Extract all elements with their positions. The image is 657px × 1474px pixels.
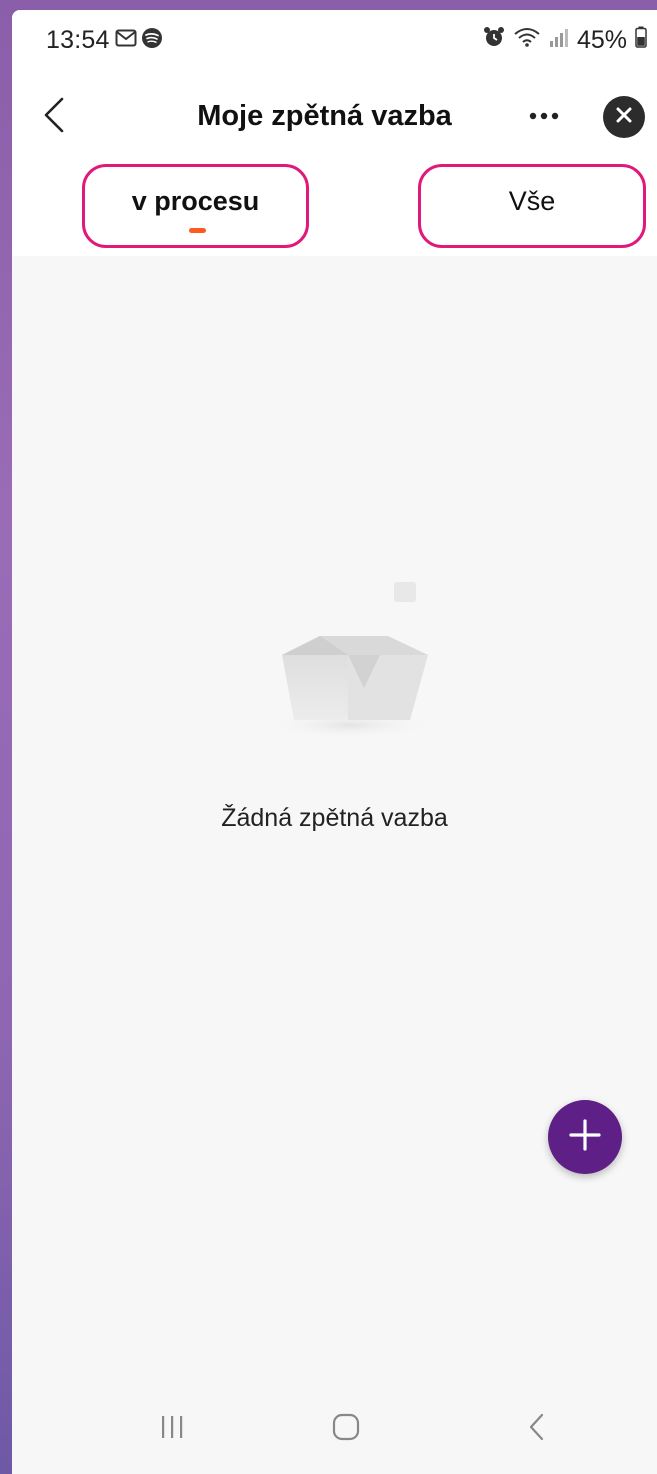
phone-screen: 13:54 45% Moje zpětná vazba v procesu Vš… — [12, 10, 657, 1474]
more-horizontal-icon — [529, 107, 559, 125]
status-bar: 13:54 45% — [12, 10, 657, 72]
tab-label: v procesu — [131, 185, 260, 216]
home-button[interactable] — [316, 1404, 376, 1454]
status-time: 13:54 — [46, 26, 110, 54]
add-feedback-button[interactable] — [548, 1100, 622, 1174]
system-back-button[interactable] — [506, 1404, 566, 1454]
back-icon — [527, 1412, 545, 1447]
empty-box-icon — [260, 570, 440, 740]
app-header: Moje zpětná vazba — [12, 72, 657, 164]
spotify-icon — [141, 27, 163, 54]
home-icon — [331, 1412, 361, 1447]
more-options-button[interactable] — [522, 98, 566, 134]
signal-icon — [549, 26, 569, 55]
gmail-icon — [115, 29, 137, 52]
close-button[interactable] — [603, 96, 645, 138]
close-icon — [615, 106, 633, 129]
tab-in-progress[interactable]: v procesu — [82, 164, 309, 250]
tab-all[interactable]: Vše — [418, 164, 646, 250]
active-tab-indicator — [189, 228, 206, 233]
battery-percent: 45% — [576, 26, 627, 54]
wifi-icon — [513, 26, 541, 55]
system-nav-bar — [12, 1374, 657, 1474]
alarm-icon — [483, 26, 505, 55]
status-system-icons: 45% — [483, 26, 647, 55]
recent-apps-button[interactable] — [142, 1404, 202, 1454]
plus-icon — [568, 1118, 602, 1157]
empty-state-message: Žádná zpětná vazba — [221, 804, 448, 832]
tab-label: Vše — [508, 185, 556, 216]
tab-bar: v procesu Vše — [12, 164, 657, 256]
recent-apps-icon — [159, 1413, 185, 1446]
battery-icon — [635, 26, 647, 55]
status-notification-icons — [115, 27, 163, 54]
